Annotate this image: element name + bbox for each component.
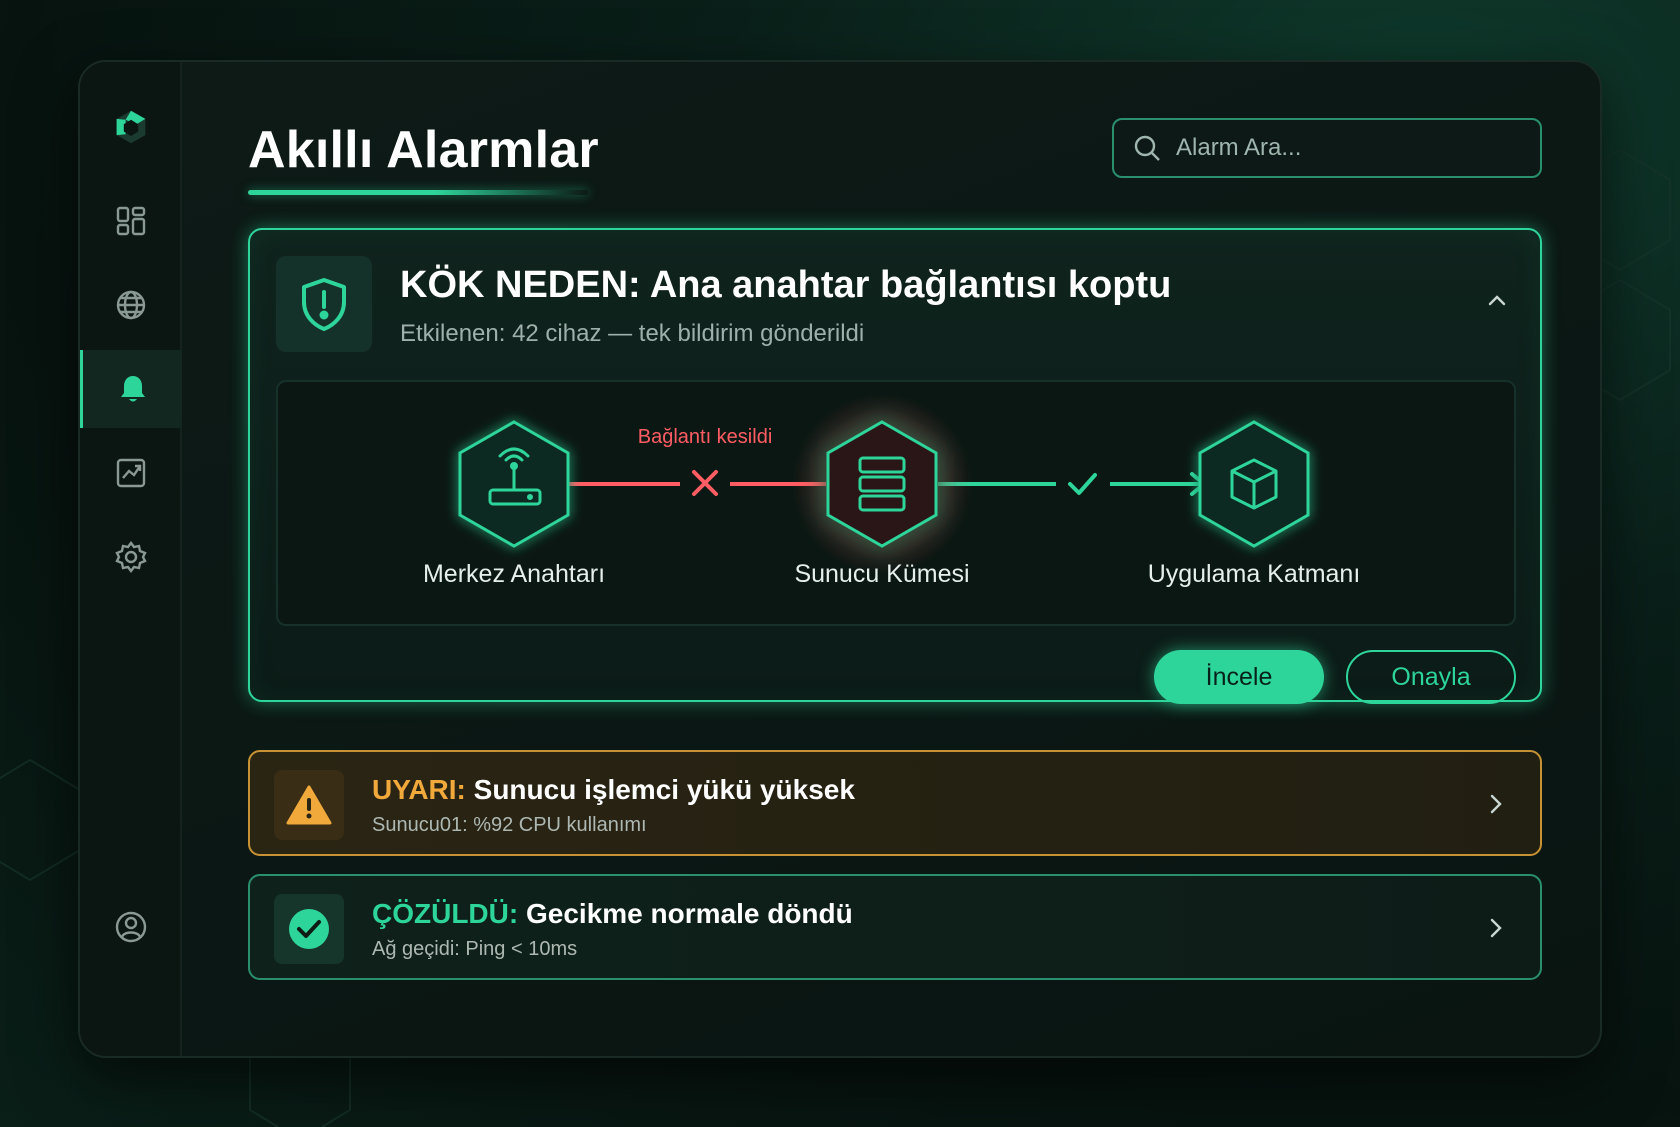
broken-link-label: Bağlantı kesildi [637, 426, 773, 448]
root-cause-subtitle: Etkilenen: 42 cihaz — tek bildirim gönde… [400, 320, 865, 347]
search-input[interactable] [1176, 134, 1516, 162]
root-cause-card: KÖK NEDEN: Ana anahtar bağlantısı koptu … [248, 228, 1542, 704]
alert-title: ÇÖZÜLDÜ: Gecikme normale döndü [372, 898, 853, 930]
globe-icon [116, 290, 146, 320]
sidebar-item-settings[interactable] [80, 518, 182, 596]
gear-icon [115, 541, 147, 573]
sidebar-item-profile[interactable] [80, 888, 182, 966]
check-icon [1068, 473, 1097, 495]
bell-icon [120, 376, 145, 402]
search-box[interactable] [1112, 118, 1542, 178]
app-window: Akıllı Alarmlar KÖK NEDEN: Ana anahtar b… [78, 60, 1602, 1058]
chevron-right-icon [1490, 918, 1502, 938]
sidebar-item-analytics[interactable] [80, 434, 182, 512]
node-label: Sunucu Kümesi [794, 560, 970, 588]
shield-alert-icon [302, 278, 346, 331]
warning-triangle-icon [286, 785, 332, 825]
sidebar [80, 62, 182, 1056]
chevron-right-icon [1490, 794, 1502, 814]
search-icon [1134, 135, 1160, 161]
alert-subtitle: Ağ geçidi: Ping < 10ms [372, 938, 578, 960]
chevron-up-icon [1488, 295, 1506, 306]
alert-title: UYARI: Sunucu işlemci yükü yüksek [372, 774, 855, 806]
dashboard-icon [116, 206, 146, 236]
root-cause-icon-box [276, 256, 372, 352]
sidebar-item-dashboard[interactable] [80, 182, 182, 260]
alert-subtitle: Sunucu01: %92 CPU kullanımı [372, 814, 647, 836]
title-underline [248, 190, 588, 195]
node-label: Uygulama Katmanı [1147, 560, 1361, 588]
hexagon-logo-icon [116, 110, 146, 144]
alert-icon-box [274, 894, 344, 964]
node-application-layer[interactable] [1198, 420, 1310, 548]
root-cause-title: KÖK NEDEN: Ana anahtar bağlantısı koptu [400, 264, 1172, 306]
check-circle-icon [289, 909, 329, 949]
sidebar-item-alarms[interactable] [80, 350, 182, 428]
sidebar-item-network[interactable] [80, 266, 182, 344]
alert-icon-box [274, 770, 344, 840]
broken-link-x-icon [692, 470, 718, 496]
page-title: Akıllı Alarmlar [248, 121, 599, 179]
chart-icon [116, 458, 146, 488]
node-server-cluster[interactable] [792, 394, 972, 574]
user-icon [115, 911, 147, 943]
collapse-button[interactable] [1480, 284, 1514, 318]
alert-title-text: Gecikme normale döndü [525, 898, 853, 929]
alert-prefix: ÇÖZÜLDÜ: [372, 898, 519, 929]
topology-diagram: Bağlantı kesildi Merkez Anahtarı Sunucu … [276, 380, 1516, 626]
node-label: Merkez Anahtarı [422, 560, 606, 588]
inspect-button[interactable]: İncele [1154, 650, 1324, 704]
main-content: Akıllı Alarmlar KÖK NEDEN: Ana anahtar b… [182, 62, 1600, 1056]
app-logo[interactable] [80, 88, 182, 166]
node-core-switch[interactable] [458, 420, 570, 548]
alert-row-resolved[interactable]: ÇÖZÜLDÜ: Gecikme normale döndü Ağ geçidi… [248, 874, 1542, 980]
acknowledge-button[interactable]: Onayla [1346, 650, 1516, 704]
alert-row-warning[interactable]: UYARI: Sunucu işlemci yükü yüksek Sunucu… [248, 750, 1542, 856]
alert-title-text: Sunucu işlemci yükü yüksek [473, 774, 855, 805]
alert-prefix: UYARI: [372, 774, 466, 805]
